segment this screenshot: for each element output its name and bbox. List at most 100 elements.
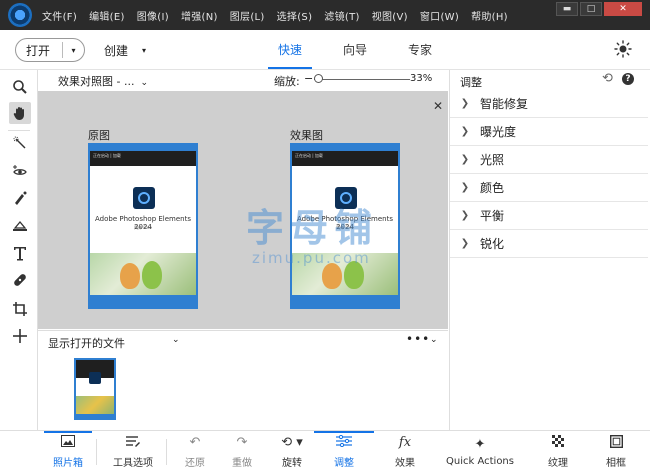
tools-panel: [0, 70, 38, 430]
adjust-label: 光照: [480, 153, 505, 167]
frame-icon: [609, 434, 623, 452]
adjust-label: 颜色: [480, 181, 505, 195]
redo-icon: ↷: [236, 435, 248, 450]
quick-actions-button[interactable]: ✦ Quick Actions: [446, 431, 514, 472]
open-button[interactable]: 打开 ▾: [15, 38, 85, 62]
more-options-icon[interactable]: •••: [406, 332, 430, 346]
zoom-label: 缩放:: [274, 75, 300, 88]
effects-button[interactable]: fx 效果: [390, 431, 420, 472]
spot-healing-icon[interactable]: [9, 269, 31, 291]
menu-image[interactable]: 图像(I): [137, 8, 169, 23]
open-file-thumbnail[interactable]: [74, 358, 116, 420]
chevron-right-icon: ❯: [460, 126, 470, 137]
brightness-icon[interactable]: [614, 40, 632, 58]
undo-button[interactable]: ↶ 还原: [180, 431, 210, 472]
menu-filter[interactable]: 滤镜(T): [324, 8, 359, 23]
adjust-button[interactable]: 调整: [324, 431, 364, 472]
chevron-down-icon[interactable]: ⌄: [172, 335, 180, 345]
create-button[interactable]: 创建 ▾: [104, 42, 146, 59]
photo-bin-bar: 显示打开的文件 ⌄ ••• ⌄: [38, 330, 448, 350]
chevron-down-icon[interactable]: ⌄: [430, 335, 438, 345]
menu-enhance[interactable]: 增强(N): [181, 8, 218, 23]
rotate-icon: ⟲ ▾: [281, 435, 303, 450]
zoom-tool-icon[interactable]: [9, 76, 31, 98]
dock-label: 调整: [334, 458, 354, 469]
zoom-slider-track[interactable]: [314, 79, 410, 80]
watermark-url: zimu.pu.com: [252, 249, 371, 267]
panel-title: 调整: [460, 76, 482, 89]
dock-divider: [96, 439, 97, 465]
red-eye-icon[interactable]: [9, 160, 31, 182]
adjust-label: 曝光度: [480, 125, 517, 139]
adjust-sharpen[interactable]: ❯ 锐化: [450, 230, 648, 258]
dock-label: 还原: [185, 458, 205, 469]
view-bar: 效果对照图 - ... ⌄ 缩放: − 33%: [38, 70, 448, 90]
menu-view[interactable]: 视图(V): [372, 8, 408, 23]
tool-options-button[interactable]: 工具选项: [108, 431, 158, 472]
photo-bin-icon: [61, 435, 75, 452]
menu-bar: 文件(F) 编辑(E) 图像(I) 增强(N) 图层(L) 选择(S) 滤镜(T…: [0, 0, 650, 30]
menu-help[interactable]: 帮助(H): [471, 8, 508, 23]
adjust-smart-fix[interactable]: ❯ 智能修复: [450, 90, 648, 118]
photo-bin-button[interactable]: 照片箱: [48, 431, 88, 472]
adjust-label: 平衡: [480, 209, 505, 223]
adjust-balance[interactable]: ❯ 平衡: [450, 202, 648, 230]
zoom-out-icon[interactable]: −: [304, 72, 313, 85]
whiten-teeth-icon[interactable]: [9, 187, 31, 209]
chevron-right-icon: ❯: [460, 238, 470, 249]
splash-edition: 简体 Free: [134, 225, 152, 230]
app-logo-icon: [8, 3, 32, 27]
help-icon[interactable]: ?: [622, 73, 634, 85]
view-mode-select[interactable]: 效果对照图 - ... ⌄: [58, 73, 148, 89]
adjust-label: 智能修复: [480, 97, 529, 111]
crop-tool-icon[interactable]: [9, 298, 31, 320]
menu-layer[interactable]: 图层(L): [230, 8, 265, 23]
open-dropdown-caret[interactable]: ▾: [62, 42, 84, 58]
before-image[interactable]: 正在启动 | 加载 Adobe Photoshop Elements 2024 …: [88, 143, 198, 309]
zoom-slider-handle[interactable]: [314, 74, 323, 83]
menu-select[interactable]: 选择(S): [277, 8, 313, 23]
text-tool-icon[interactable]: [9, 242, 31, 264]
chevron-right-icon: ❯: [460, 154, 470, 165]
move-tool-icon[interactable]: [9, 325, 31, 347]
create-dropdown-caret: ▾: [142, 46, 147, 55]
menu-file[interactable]: 文件(F): [42, 8, 77, 23]
filmstrip: [38, 350, 448, 428]
tools-divider: [8, 130, 30, 131]
before-label: 原图: [88, 129, 110, 142]
close-icon[interactable]: ✕: [433, 99, 443, 113]
adjust-color[interactable]: ❯ 颜色: [450, 174, 648, 202]
dock-label: 旋转: [282, 458, 302, 469]
adjust-lighting[interactable]: ❯ 光照: [450, 146, 648, 174]
parrots-photo: [90, 253, 196, 295]
menu-window[interactable]: 窗口(W): [420, 8, 459, 23]
create-button-label: 创建: [104, 44, 129, 58]
photo-canvas: ✕ 原图 效果图 正在启动 | 加载 Adobe Photoshop Eleme…: [38, 91, 448, 329]
tab-guided[interactable]: 向导: [343, 41, 367, 58]
dock-label: 效果: [395, 458, 415, 469]
hand-tool-icon[interactable]: [9, 102, 31, 124]
quick-selection-icon[interactable]: [9, 132, 31, 154]
chevron-right-icon: ❯: [460, 98, 470, 109]
reset-icon[interactable]: ⟲: [602, 71, 613, 86]
redo-button[interactable]: ↷ 重做: [227, 431, 257, 472]
rotate-button[interactable]: ⟲ ▾ 旋转: [277, 431, 307, 472]
adjust-icon: [336, 434, 352, 452]
show-open-files-select[interactable]: 显示打开的文件: [48, 335, 125, 351]
dock-divider: [166, 439, 167, 465]
tab-expert[interactable]: 专家: [408, 41, 432, 58]
sparkle-icon: ✦: [474, 437, 486, 452]
frames-button[interactable]: 相框: [601, 431, 631, 472]
dock-label: 重做: [232, 458, 252, 469]
tool-options-icon: [126, 435, 140, 452]
close-window-button[interactable]: ✕: [604, 2, 642, 16]
minimize-button[interactable]: ▬: [556, 2, 578, 16]
maximize-button[interactable]: □: [580, 2, 602, 16]
fx-icon: fx: [398, 435, 412, 450]
straighten-icon[interactable]: [9, 214, 31, 236]
tab-quick[interactable]: 快速: [278, 41, 302, 58]
active-tab-indicator: [268, 67, 312, 69]
textures-button[interactable]: 纹理: [543, 431, 573, 472]
menu-edit[interactable]: 编辑(E): [89, 8, 125, 23]
adjust-exposure[interactable]: ❯ 曝光度: [450, 118, 648, 146]
